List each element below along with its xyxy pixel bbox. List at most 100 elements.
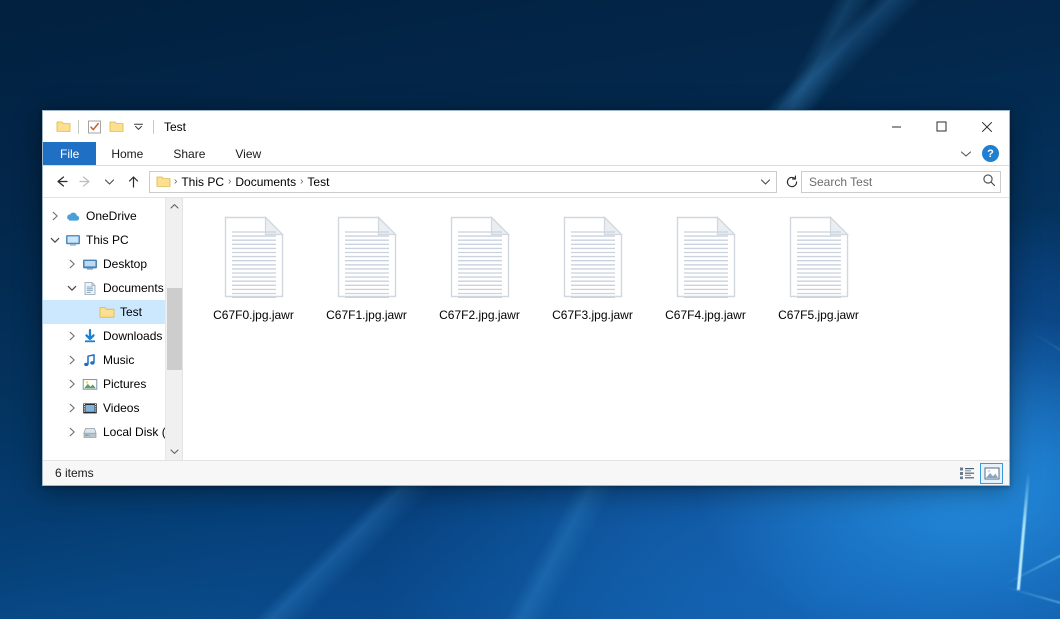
scroll-up-icon[interactable] [166,198,183,215]
generic-file-icon [336,216,398,301]
sidebar-item-music[interactable]: Music [43,348,182,372]
properties-icon[interactable] [83,116,105,138]
videos-icon [80,401,100,416]
sidebar-item-downloads[interactable]: Downloads [43,324,182,348]
scroll-down-icon[interactable] [166,443,183,460]
tab-share[interactable]: Share [158,142,220,165]
file-list-view[interactable]: C67F0.jpg.jawr C67F1.jpg.jawr C67F2.jpg.ja… [182,198,1009,460]
address-bar: › This PC › Documents › Test [43,166,1009,197]
drive-icon [80,425,100,440]
view-mode-buttons [955,463,1003,484]
qat-separator [78,120,79,134]
generic-file-icon [223,216,285,301]
ribbon-tab-bar: File Home Share View ? [43,142,1009,166]
help-button[interactable]: ? [982,145,999,162]
wallpaper-ray [1030,330,1060,448]
maximize-button[interactable] [919,111,964,142]
sidebar-item-videos[interactable]: Videos [43,396,182,420]
twisty-collapsed-icon[interactable] [64,252,80,276]
documents-icon [80,281,100,296]
sidebar-item-test[interactable]: Test [43,300,182,324]
generic-file-icon [675,216,737,301]
file-item[interactable]: C67F5.jpg.jawr [762,212,875,334]
file-item[interactable]: C67F3.jpg.jawr [536,212,649,334]
breadcrumb-item-test[interactable]: Test [304,175,332,189]
sidebar-item-onedrive[interactable]: OneDrive [43,204,182,228]
sidebar-item-label: Test [117,305,142,319]
folder-icon [97,305,117,320]
large-icons-view-button[interactable] [980,463,1003,484]
generic-file-icon [562,216,624,301]
navigation-pane: OneDrive This PC Desktop Documents Test Downl… [43,198,182,460]
breadcrumb-folder-icon [155,175,173,188]
tab-view[interactable]: View [220,142,276,165]
sidebar-item-local-disk-c[interactable]: Local Disk (C:) [43,420,182,444]
breadcrumb-bar[interactable]: › This PC › Documents › Test [149,171,777,193]
download-icon [80,329,100,344]
customize-chevron-icon[interactable] [127,116,149,138]
twisty-expanded-icon[interactable] [64,276,80,300]
file-name-label: C67F3.jpg.jawr [552,308,633,322]
sidebar-item-desktop[interactable]: Desktop [43,252,182,276]
minimize-button[interactable] [874,111,919,142]
file-item[interactable]: C67F1.jpg.jawr [310,212,423,334]
breadcrumb-item-this-pc[interactable]: This PC [178,175,227,189]
sidebar-item-pictures[interactable]: Pictures [43,372,182,396]
chevron-down-icon[interactable] [960,147,972,161]
sidebar-item-this-pc[interactable]: This PC [43,228,182,252]
twisty-expanded-icon[interactable] [47,228,63,252]
file-name-label: C67F0.jpg.jawr [213,308,294,322]
twisty-collapsed-icon[interactable] [47,204,63,228]
search-box[interactable] [801,171,1001,193]
sidebar-item-documents[interactable]: Documents [43,276,182,300]
twisty-placeholder [81,300,97,324]
file-explorer-window: Test File Home Share View ? [42,110,1010,486]
twisty-collapsed-icon[interactable] [64,348,80,372]
file-name-label: C67F4.jpg.jawr [665,308,746,322]
file-name-label: C67F1.jpg.jawr [326,308,407,322]
desktop-icon [80,257,100,272]
folder-icon[interactable] [52,116,74,138]
quick-access-toolbar [52,116,158,138]
tab-file[interactable]: File [43,142,96,165]
navigation-scrollbar[interactable] [165,198,182,460]
chevron-down-icon[interactable] [756,172,774,192]
navigation-tree: OneDrive This PC Desktop Documents Test Downl… [43,198,182,460]
sidebar-item-label: Desktop [100,257,147,271]
status-bar: 6 items [43,460,1009,485]
sidebar-item-label: Documents [100,281,164,295]
recent-locations-icon[interactable] [97,170,121,194]
item-count-label: 6 items [55,466,94,480]
new-folder-icon[interactable] [105,116,127,138]
twisty-collapsed-icon[interactable] [64,420,80,444]
up-arrow-icon[interactable] [121,170,145,194]
file-name-label: C67F5.jpg.jawr [778,308,859,322]
twisty-collapsed-icon[interactable] [64,372,80,396]
breadcrumb: › This PC › Documents › Test [155,175,756,189]
file-item[interactable]: C67F2.jpg.jawr [423,212,536,334]
wallpaper-ray [1005,586,1060,619]
close-button[interactable] [964,111,1009,142]
sidebar-item-label: Downloads [100,329,162,343]
scrollbar-track[interactable] [166,215,183,443]
music-icon [80,353,100,368]
refresh-icon[interactable] [783,172,801,192]
twisty-collapsed-icon[interactable] [64,396,80,420]
search-input[interactable] [809,175,982,189]
wallpaper-ray [1004,506,1060,585]
search-icon [982,173,996,190]
scrollbar-thumb[interactable] [167,288,182,370]
explorer-body: OneDrive This PC Desktop Documents Test Downl… [43,197,1009,460]
back-arrow-icon[interactable] [49,170,73,194]
sidebar-item-label: Videos [100,401,139,415]
tab-home[interactable]: Home [96,142,158,165]
file-item[interactable]: C67F0.jpg.jawr [197,212,310,334]
sidebar-item-label: This PC [83,233,129,247]
file-item[interactable]: C67F4.jpg.jawr [649,212,762,334]
window-controls [874,111,1009,142]
monitor-icon [63,233,83,248]
sidebar-item-label: Pictures [100,377,146,391]
details-view-button[interactable] [955,463,978,484]
breadcrumb-item-documents[interactable]: Documents [232,175,299,189]
twisty-collapsed-icon[interactable] [64,324,80,348]
